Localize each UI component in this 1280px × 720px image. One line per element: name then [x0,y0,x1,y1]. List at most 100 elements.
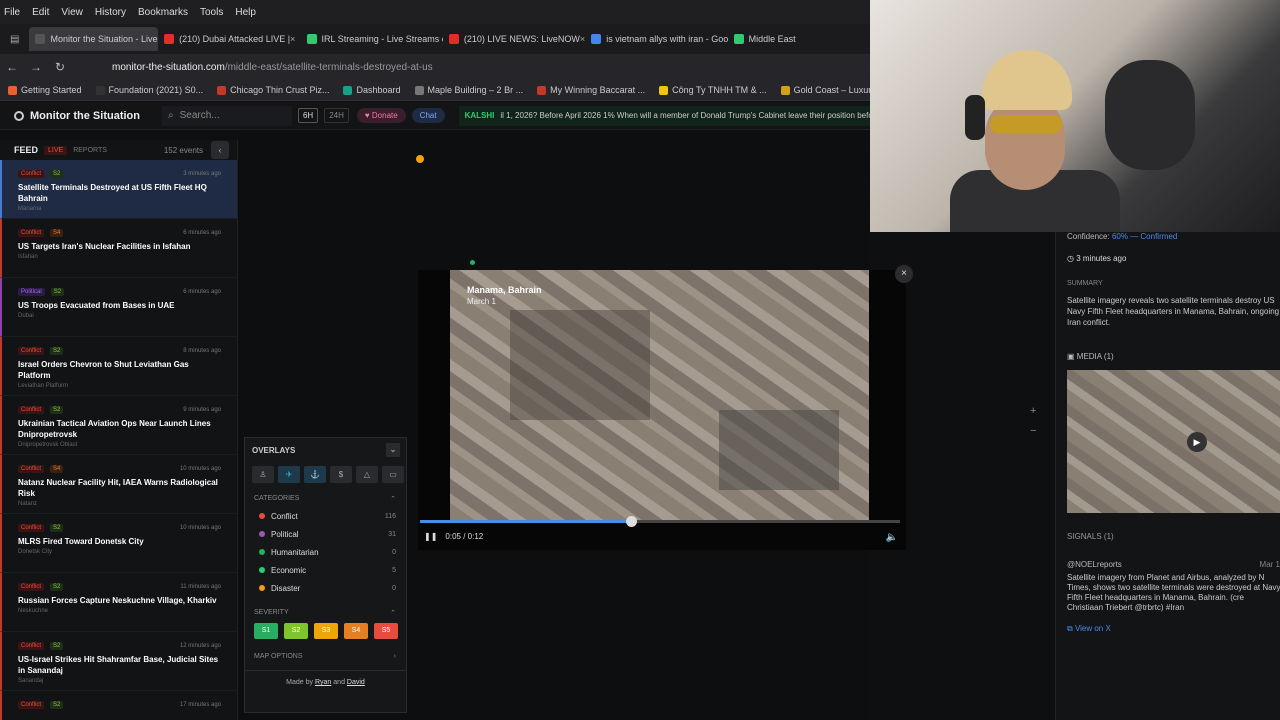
camera-icon[interactable]: ▭ [382,466,404,483]
bookmark-label: Gold Coast – Luxury Li... [793,85,870,95]
tab-live[interactable]: LIVE [44,145,68,155]
people-icon[interactable]: ♙ [252,466,274,483]
feed-item[interactable]: Conflict S4 6 minutes ago US Targets Iran's… [0,219,237,278]
menu-item-help[interactable]: Help [235,7,256,18]
severity-button-s3[interactable]: S3 [314,623,338,639]
play-icon[interactable]: ▶ [1187,432,1207,452]
browser-tab[interactable]: Monitor the Situation - Live Gl× [29,27,159,51]
feed-item[interactable]: Conflict S2 11 minutes ago Russian Forces C… [0,573,237,632]
media-thumbnail[interactable]: ▶ [1067,370,1280,513]
category-filter-humanitarian[interactable]: Humanitarian 0 [245,543,406,561]
feed-item[interactable]: Political S2 6 minutes ago US Troops Evacua… [0,278,237,337]
bookmark-item[interactable]: Getting Started [8,85,82,95]
browser-tab[interactable]: (210) LIVE NEWS: LiveNOW × [443,27,585,51]
satellite-video-frame[interactable] [450,270,869,520]
zoom-out-icon[interactable]: − [1030,425,1036,437]
bookmark-item[interactable]: My Winning Baccarat ... [537,85,645,95]
zoom-controls[interactable]: + − [1030,405,1036,437]
bookmark-label: Dashboard [356,85,401,95]
severity-button-s4[interactable]: S4 [344,623,368,639]
menu-item-bookmarks[interactable]: Bookmarks [138,7,188,18]
view-on-x-link[interactable]: ⧉ View on X [1067,624,1111,634]
severity-button-s1[interactable]: S1 [254,623,278,639]
zoom-in-icon[interactable]: + [1030,405,1036,417]
prediction-ticker[interactable]: KALSHI il 1, 2026? Before April 2026 1% W… [458,105,870,126]
volume-icon[interactable]: 🔈 [886,532,898,543]
donate-button[interactable]: ♥ Donate [356,108,406,123]
bookmark-label: Maple Building – 2 Br ... [427,85,524,95]
range-6h-button[interactable]: 6H [297,108,319,123]
map-marker[interactable] [470,260,475,265]
bookmark-label: Foundation (2021) S0... [108,85,204,95]
pause-icon[interactable]: ❚❚ [424,532,437,541]
feed-item[interactable]: Conflict S2 10 minutes ago MLRS Fired Towar… [0,514,237,573]
menu-item-edit[interactable]: Edit [32,7,49,18]
collapse-feed-icon[interactable]: ‹ [211,141,229,159]
url-text[interactable]: monitor-the-situation.com/middle-east/sa… [112,62,433,73]
range-24h-button[interactable]: 24H [324,108,349,123]
feed-item[interactable]: Conflict S2 12 minutes ago US-Israel Strike… [0,632,237,691]
signal-author[interactable]: @NOELreports [1067,560,1122,569]
app-logo[interactable]: Monitor the Situation [14,110,140,122]
bookmark-item[interactable]: Chicago Thin Crust Piz... [217,85,329,95]
dollar-icon[interactable]: $ [330,466,352,483]
bookmark-item[interactable]: Dashboard [343,85,401,95]
severity-button-s5[interactable]: S5 [374,623,398,639]
category-filter-political[interactable]: Political 31 [245,525,406,543]
close-icon[interactable]: × [290,34,295,44]
feed-item[interactable]: Conflict S2 8 minutes ago Israel Orders Che… [0,337,237,396]
browser-tab[interactable]: (210) Dubai Attacked LIVE | × [158,27,300,51]
bookmark-item[interactable]: Gold Coast – Luxury Li... [780,85,870,95]
map-options-header[interactable]: MAP OPTIONS › [245,653,406,660]
video-player[interactable]: Manama, Bahrain March 1 × ❚❚ 0:05 / 0:12 … [418,265,913,550]
severity-button-s2[interactable]: S2 [284,623,308,639]
category-filter-conflict[interactable]: Conflict 116 [245,507,406,525]
feed-item[interactable]: Conflict S2 17 minutes ago [0,691,237,720]
browser-tab[interactable]: IRL Streaming - Live Streams o× [301,27,443,51]
categories-header[interactable]: CATEGORIES ⌃ [245,495,406,503]
bookmark-item[interactable]: Công Ty TNHH TM & ... [659,85,767,95]
menu-item-history[interactable]: History [95,7,126,18]
browser-tab[interactable]: is vietnam allys with iran - Goo× [585,27,728,51]
ship-icon[interactable]: ⚓ [304,466,326,483]
back-icon[interactable]: ← [0,60,24,74]
menu-item-tools[interactable]: Tools [200,7,223,18]
media-header: ▣ MEDIA (1) [1067,352,1114,361]
category-list: Conflict 116 Political 31 Humanitarian 0 Econo… [245,507,406,597]
category-count: 5 [392,566,396,574]
chat-button[interactable]: Chat [411,108,445,123]
category-filter-economic[interactable]: Economic 5 [245,561,406,579]
severity-header[interactable]: SEVERITY ⌃ [245,609,406,617]
author-link-david[interactable]: David [347,679,365,686]
feed-item[interactable]: Conflict S2 3 minutes ago Satellite Termina… [0,160,237,219]
category-filter-disaster[interactable]: Disaster 0 [245,579,406,597]
video-scrub-handle[interactable] [626,516,638,527]
feed-item[interactable]: Conflict S4 10 minutes ago Natanz Nuclear F… [0,455,237,514]
author-link-ryan[interactable]: Ryan [315,679,331,686]
chevron-down-icon[interactable]: ⌄ [386,443,400,457]
bookmark-item[interactable]: Foundation (2021) S0... [95,85,204,95]
tab-list-icon[interactable]: ▤ [10,34,19,45]
map-marker[interactable] [416,155,424,163]
tab-reports[interactable]: REPORTS [73,147,107,154]
feed-item[interactable]: Conflict S2 9 minutes ago Ukrainian Tactica… [0,396,237,455]
feed-item-meta: Conflict S2 17 minutes ago [18,701,221,709]
close-icon[interactable]: × [895,265,913,283]
severity-badge: S2 [50,701,64,709]
bookmark-item[interactable]: Maple Building – 2 Br ... [414,85,524,95]
severity-badge: S2 [50,583,64,591]
overlays-header[interactable]: OVERLAYS ⌄ [245,438,406,462]
address-bar[interactable]: ← → ↻ monitor-the-situation.com/middle-e… [0,54,870,80]
forward-icon[interactable]: → [24,60,48,74]
search-input[interactable]: ⌕ Search... [161,105,292,126]
browser-tab[interactable]: Middle East [728,27,870,51]
menu-item-view[interactable]: View [61,7,83,18]
alert-icon[interactable]: △ [356,466,378,483]
reload-icon[interactable]: ↻ [48,60,72,74]
feed-item-title: Ukrainian Tactical Aviation Ops Near Lau… [18,419,211,439]
menu-item-file[interactable]: File [4,7,20,18]
aircraft-icon[interactable]: ✈ [278,466,300,483]
video-progress-bar[interactable] [420,516,900,527]
feed-item-time: 9 minutes ago [183,407,221,413]
severity-badge: S2 [50,170,64,178]
